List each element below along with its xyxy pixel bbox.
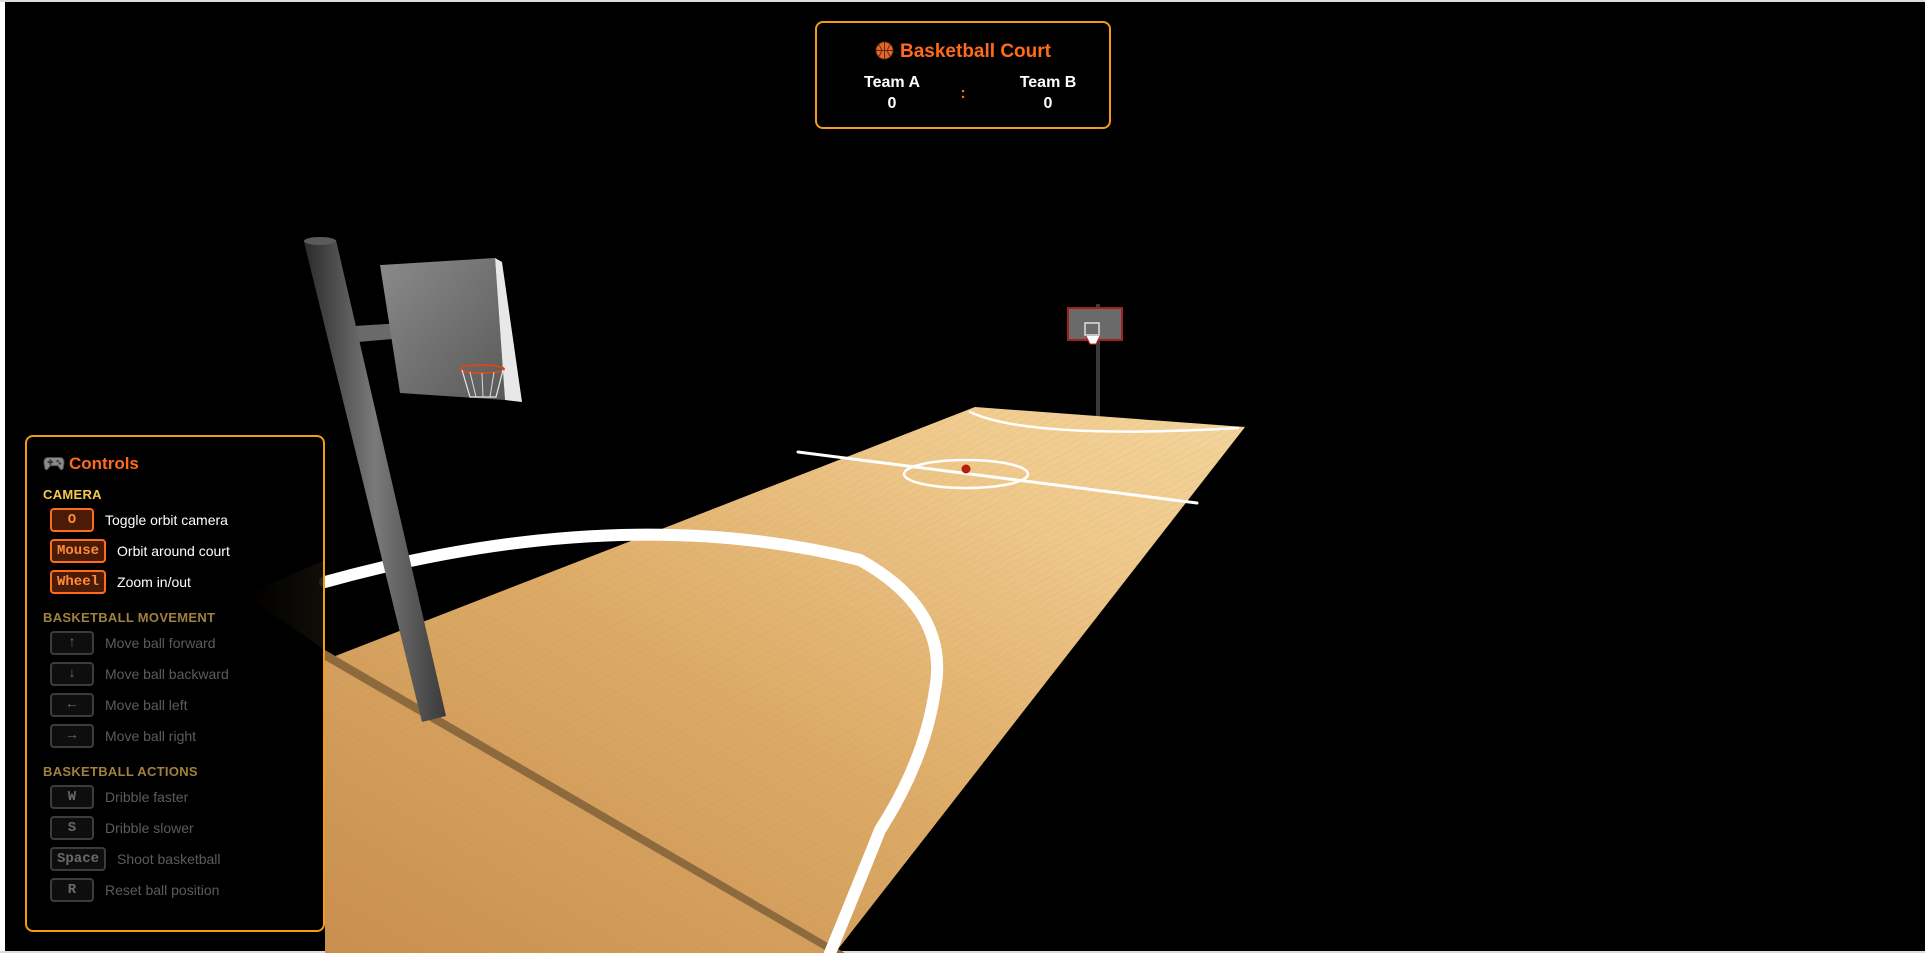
key-s[interactable]: S bbox=[50, 816, 94, 840]
control-label: Dribble faster bbox=[105, 789, 189, 805]
key-arrow-right[interactable]: → bbox=[50, 724, 94, 748]
control-row-dribble-slower[interactable]: S Dribble slower bbox=[50, 816, 194, 840]
control-row-reset[interactable]: R Reset ball position bbox=[50, 878, 219, 902]
control-row-move-right[interactable]: → Move ball right bbox=[50, 724, 196, 748]
controls-title-text: Controls bbox=[69, 454, 139, 473]
key-w[interactable]: W bbox=[50, 785, 94, 809]
key-wheel[interactable]: Wheel bbox=[50, 570, 107, 594]
gamepad-icon bbox=[43, 457, 65, 471]
scoreboard: Basketball Court Team A 0 : Team B 0 bbox=[815, 21, 1111, 129]
control-label: Move ball backward bbox=[105, 666, 229, 682]
section-movement-heading: BASKETBALL MOVEMENT bbox=[43, 610, 216, 625]
key-arrow-left[interactable]: ← bbox=[50, 693, 94, 717]
control-row-move-forward[interactable]: ↑ Move ball forward bbox=[50, 631, 216, 655]
key-arrow-up[interactable]: ↑ bbox=[50, 631, 94, 655]
control-row-dribble-faster[interactable]: W Dribble faster bbox=[50, 785, 188, 809]
key-r[interactable]: R bbox=[50, 878, 94, 902]
basketball-icon bbox=[875, 41, 894, 60]
control-label: Move ball left bbox=[105, 697, 188, 713]
control-row-zoom[interactable]: Wheel Zoom in/out bbox=[50, 570, 191, 594]
section-camera-heading: CAMERA bbox=[43, 487, 102, 502]
key-o[interactable]: O bbox=[50, 508, 94, 532]
control-row-orbit-court[interactable]: Mouse Orbit around court bbox=[50, 539, 230, 563]
control-label: Shoot basketball bbox=[117, 851, 221, 867]
team-b: Team B 0 bbox=[993, 74, 1103, 113]
section-actions-heading: BASKETBALL ACTIONS bbox=[43, 764, 198, 779]
control-label: Zoom in/out bbox=[117, 574, 191, 590]
control-row-shoot[interactable]: Space Shoot basketball bbox=[50, 847, 221, 871]
basketball[interactable] bbox=[961, 464, 971, 474]
control-label: Dribble slower bbox=[105, 820, 194, 836]
control-label: Move ball forward bbox=[105, 635, 216, 651]
control-label: Reset ball position bbox=[105, 882, 220, 898]
control-row-move-left[interactable]: ← Move ball left bbox=[50, 693, 187, 717]
control-row-move-backward[interactable]: ↓ Move ball backward bbox=[50, 662, 229, 686]
control-label: Toggle orbit camera bbox=[105, 512, 228, 528]
scoreboard-title: Basketball Court bbox=[817, 41, 1109, 63]
court-floor bbox=[325, 407, 1245, 953]
control-label: Orbit around court bbox=[117, 543, 230, 559]
key-space[interactable]: Space bbox=[50, 847, 107, 871]
key-mouse[interactable]: Mouse bbox=[50, 539, 107, 563]
scoreboard-title-text: Basketball Court bbox=[900, 41, 1051, 62]
control-row-toggle-orbit[interactable]: O Toggle orbit camera bbox=[50, 508, 228, 532]
team-b-name: Team B bbox=[1019, 74, 1077, 91]
controls-panel: Controls CAMERA O Toggle orbit camera Mo… bbox=[25, 435, 325, 932]
team-b-score: 0 bbox=[1043, 95, 1053, 112]
key-arrow-down[interactable]: ↓ bbox=[50, 662, 94, 686]
far-hoop bbox=[1067, 304, 1123, 416]
control-label: Move ball right bbox=[105, 728, 197, 744]
controls-title: Controls bbox=[43, 454, 139, 474]
